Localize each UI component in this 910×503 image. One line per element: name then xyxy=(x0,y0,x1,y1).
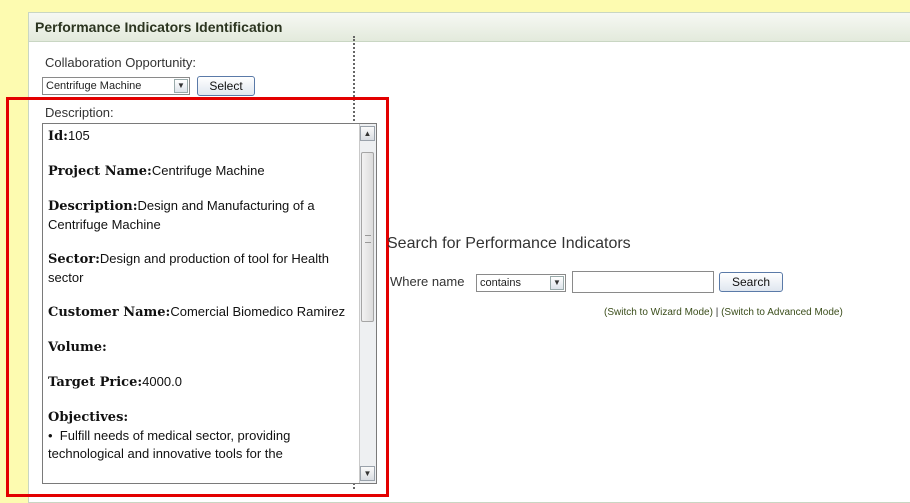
scroll-up-icon[interactable]: ▲ xyxy=(360,126,375,141)
description-content: Id:105 Project Name:Centrifuge Machine D… xyxy=(48,127,356,463)
link-separator: | xyxy=(715,307,719,318)
panel-header: Performance Indicators Identification xyxy=(29,13,910,42)
advanced-mode-link[interactable]: (Switch to Advanced Mode) xyxy=(721,307,843,318)
search-title: Search for Performance Indicators xyxy=(387,235,631,252)
description-field-label: Description: xyxy=(48,199,138,214)
description-textarea[interactable]: Id:105 Project Name:Centrifuge Machine D… xyxy=(42,123,377,484)
id-value: 105 xyxy=(67,128,90,143)
project-name-value: Centrifuge Machine xyxy=(151,163,265,178)
project-name-label: Project Name: xyxy=(48,164,152,179)
volume-label: Volume: xyxy=(48,340,107,355)
grip-icon xyxy=(365,235,371,243)
chevron-down-icon: ▼ xyxy=(174,79,188,93)
operator-select[interactable]: contains ▼ xyxy=(476,274,566,292)
mode-links: (Switch to Wizard Mode) | (Switch to Adv… xyxy=(604,307,843,318)
operator-select-value: contains xyxy=(480,277,521,289)
search-input[interactable] xyxy=(572,271,714,293)
bullet-icon: • xyxy=(48,428,53,443)
scroll-down-icon[interactable]: ▼ xyxy=(360,466,375,481)
id-label: Id: xyxy=(48,129,68,144)
description-scrollbar[interactable]: ▲ ▼ xyxy=(359,124,376,483)
objective-item: Fulfill needs of medical sector, providi… xyxy=(48,428,291,461)
customer-name-label: Customer Name: xyxy=(48,305,171,320)
where-name-label: Where name xyxy=(390,274,465,289)
description-label: Description: xyxy=(45,105,114,120)
objectives-label: Objectives: xyxy=(48,410,129,425)
panel-title: Performance Indicators Identification xyxy=(35,19,283,35)
scrollbar-thumb[interactable] xyxy=(361,152,374,322)
collaboration-select[interactable]: Centrifuge Machine ▼ xyxy=(42,77,190,95)
chevron-down-icon: ▼ xyxy=(550,276,564,290)
collaboration-label: Collaboration Opportunity: xyxy=(45,55,197,70)
target-price-label: Target Price: xyxy=(48,375,143,390)
customer-name-value: Comercial Biomedico Ramirez xyxy=(170,304,346,319)
sector-label: Sector: xyxy=(48,252,100,267)
target-price-value: 4000.0 xyxy=(142,374,182,389)
collaboration-select-value: Centrifuge Machine xyxy=(46,80,142,92)
search-button[interactable]: Search xyxy=(719,272,783,292)
wizard-mode-link[interactable]: (Switch to Wizard Mode) xyxy=(604,307,713,318)
select-button[interactable]: Select xyxy=(197,76,255,96)
